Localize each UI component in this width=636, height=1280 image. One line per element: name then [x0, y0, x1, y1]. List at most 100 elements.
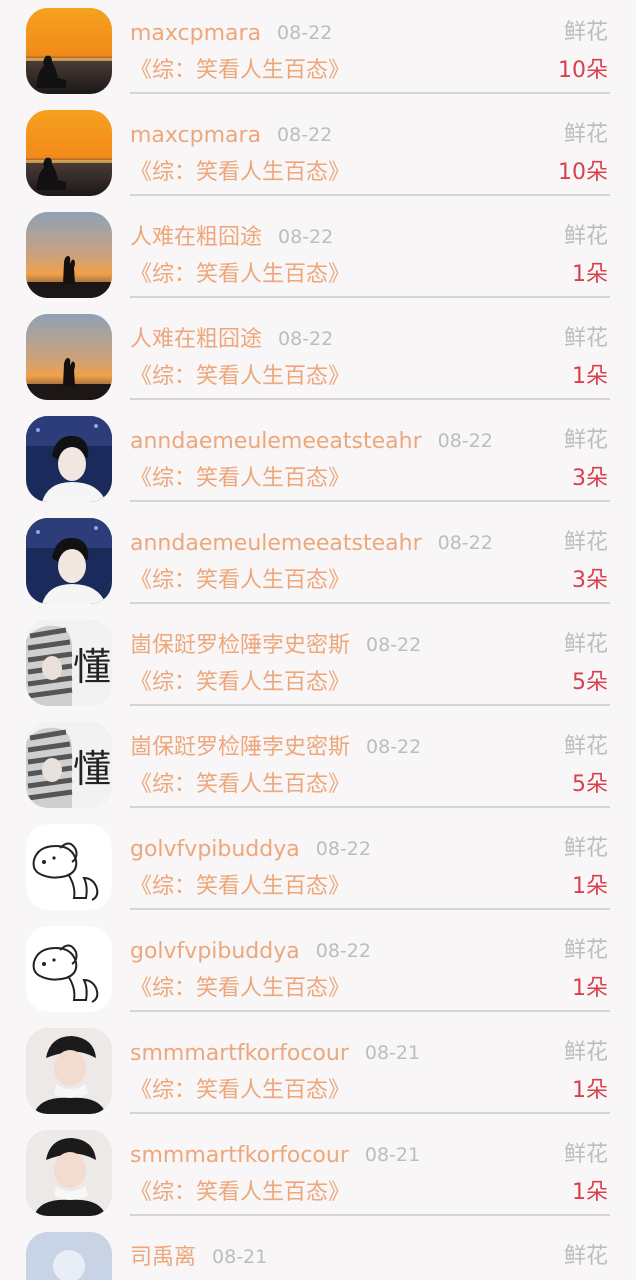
striped-hoodie-avatar[interactable]: 懂 [26, 722, 112, 808]
gift-type: 鲜花 [563, 326, 608, 351]
gift-count: 5朵 [572, 772, 608, 797]
gift-type: 鲜花 [563, 632, 608, 657]
list-item[interactable]: 懂 崮保跹罗检陲孛史密斯 08-22 《综：笑看人生百态》 鲜花 5朵 [0, 714, 636, 816]
book-title[interactable]: 《综：笑看人生百态》 [130, 668, 350, 698]
book-title[interactable]: 《综：笑看人生百态》 [130, 872, 350, 902]
user-name[interactable]: 崮保跹罗检陲孛史密斯 [130, 633, 350, 658]
gift-type: 鲜花 [563, 734, 608, 759]
gift-count: 1朵 [572, 1078, 608, 1103]
divider [130, 602, 610, 604]
person-with-cap-icon [26, 1130, 112, 1216]
list-item[interactable]: 司禹离 08-21 鲜花 [0, 1224, 636, 1280]
book-title[interactable]: 《综：笑看人生百态》 [130, 770, 350, 800]
person-with-cap-avatar[interactable] [26, 1130, 112, 1216]
user-name[interactable]: 人难在粗囧途 [130, 225, 262, 250]
sunset-meditation-icon [26, 110, 112, 196]
default-user-icon [26, 1232, 112, 1280]
divider [130, 1112, 610, 1114]
record-date: 08-22 [277, 22, 333, 44]
user-name[interactable]: 司禹离 [130, 1245, 196, 1270]
book-title[interactable]: 《综：笑看人生百态》 [130, 260, 350, 290]
list-item[interactable]: 懂 崮保跹罗检陲孛史密斯 08-22 《综：笑看人生百态》 鲜花 5朵 [0, 612, 636, 714]
record-date: 08-21 [364, 1144, 421, 1166]
sunset-meditation-avatar[interactable] [26, 110, 112, 196]
list-item[interactable]: golvfvpibuddya 08-22 《综：笑看人生百态》 鲜花 1朵 [0, 816, 636, 918]
sunset-couple-icon [26, 212, 112, 298]
gift-type: 鲜花 [563, 20, 608, 45]
gift-type: 鲜花 [563, 530, 608, 555]
divider [130, 1010, 610, 1012]
book-title[interactable]: 《综：笑看人生百态》 [130, 1076, 350, 1106]
user-name[interactable]: 崮保跹罗检陲孛史密斯 [130, 735, 350, 760]
record-date: 08-21 [364, 1042, 421, 1064]
user-name[interactable]: golvfvpibuddya [130, 939, 300, 964]
user-name[interactable]: maxcpmara [130, 123, 261, 148]
young-man-avatar[interactable] [26, 416, 112, 502]
book-title[interactable]: 《综：笑看人生百态》 [130, 1178, 350, 1208]
list-item[interactable]: golvfvpibuddya 08-22 《综：笑看人生百态》 鲜花 1朵 [0, 918, 636, 1020]
person-with-cap-icon [26, 1028, 112, 1114]
divider [130, 1214, 610, 1216]
striped-hoodie-avatar[interactable]: 懂 [26, 620, 112, 706]
gift-type: 鲜花 [563, 1142, 608, 1167]
user-name[interactable]: golvfvpibuddya [130, 837, 300, 862]
dog-doodle-icon [26, 824, 112, 910]
record-date: 08-22 [437, 430, 493, 452]
dog-doodle-avatar[interactable] [26, 824, 112, 910]
sunset-couple-avatar[interactable] [26, 314, 112, 400]
young-man-icon [26, 416, 112, 502]
striped-hoodie-icon: 懂 [26, 722, 112, 808]
divider [130, 398, 610, 400]
list-item[interactable]: smmmartfkorfocour 08-21 《综：笑看人生百态》 鲜花 1朵 [0, 1122, 636, 1224]
divider [130, 92, 610, 94]
young-man-icon [26, 518, 112, 604]
record-date: 08-22 [278, 226, 334, 248]
gift-count: 1朵 [572, 976, 608, 1001]
dog-doodle-avatar[interactable] [26, 926, 112, 1012]
sunset-meditation-avatar[interactable] [26, 8, 112, 94]
gift-count: 10朵 [558, 160, 608, 185]
book-title[interactable]: 《综：笑看人生百态》 [130, 464, 350, 494]
divider [130, 194, 610, 196]
book-title[interactable]: 《综：笑看人生百态》 [130, 974, 350, 1004]
user-name[interactable]: maxcpmara [130, 21, 261, 46]
person-with-cap-avatar[interactable] [26, 1028, 112, 1114]
list-item[interactable]: anndaemeulemeeatsteahr 08-22 《综：笑看人生百态》 鲜… [0, 408, 636, 510]
record-date: 08-21 [212, 1246, 268, 1268]
list-item[interactable]: maxcpmara 08-22 《综：笑看人生百态》 鲜花 10朵 [0, 0, 636, 102]
record-date: 08-22 [437, 532, 493, 554]
record-date: 08-22 [366, 634, 422, 656]
divider [130, 908, 610, 910]
sunset-couple-avatar[interactable] [26, 212, 112, 298]
gift-count: 3朵 [572, 568, 608, 593]
list-item[interactable]: anndaemeulemeeatsteahr 08-22 《综：笑看人生百态》 鲜… [0, 510, 636, 612]
gift-count: 10朵 [558, 58, 608, 83]
default-user-avatar[interactable] [26, 1232, 112, 1280]
record-date: 08-22 [277, 124, 333, 146]
list-item[interactable]: 人难在粗囧途 08-22 《综：笑看人生百态》 鲜花 1朵 [0, 204, 636, 306]
gift-type: 鲜花 [563, 1244, 608, 1269]
user-name[interactable]: smmmartfkorfocour [130, 1143, 349, 1168]
book-title[interactable]: 《综：笑看人生百态》 [130, 158, 350, 188]
book-title[interactable]: 《综：笑看人生百态》 [130, 362, 350, 392]
gift-count: 3朵 [572, 466, 608, 491]
gift-type: 鲜花 [563, 224, 608, 249]
record-date: 08-22 [315, 940, 371, 962]
book-title[interactable]: 《综：笑看人生百态》 [130, 56, 350, 86]
user-name[interactable]: smmmartfkorfocour [130, 1041, 349, 1066]
list-item[interactable]: 人难在粗囧途 08-22 《综：笑看人生百态》 鲜花 1朵 [0, 306, 636, 408]
list-item[interactable]: maxcpmara 08-22 《综：笑看人生百态》 鲜花 10朵 [0, 102, 636, 204]
gift-type: 鲜花 [563, 836, 608, 861]
young-man-avatar[interactable] [26, 518, 112, 604]
user-name[interactable]: 人难在粗囧途 [130, 327, 262, 352]
gift-type: 鲜花 [563, 428, 608, 453]
user-name[interactable]: anndaemeulemeeatsteahr [130, 531, 422, 556]
book-title[interactable]: 《综：笑看人生百态》 [130, 566, 350, 596]
gift-count: 1朵 [572, 1180, 608, 1205]
gift-type: 鲜花 [563, 122, 608, 147]
list-item[interactable]: smmmartfkorfocour 08-21 《综：笑看人生百态》 鲜花 1朵 [0, 1020, 636, 1122]
record-date: 08-22 [315, 838, 371, 860]
user-name[interactable]: anndaemeulemeeatsteahr [130, 429, 422, 454]
divider [130, 704, 610, 706]
gift-type: 鲜花 [563, 938, 608, 963]
